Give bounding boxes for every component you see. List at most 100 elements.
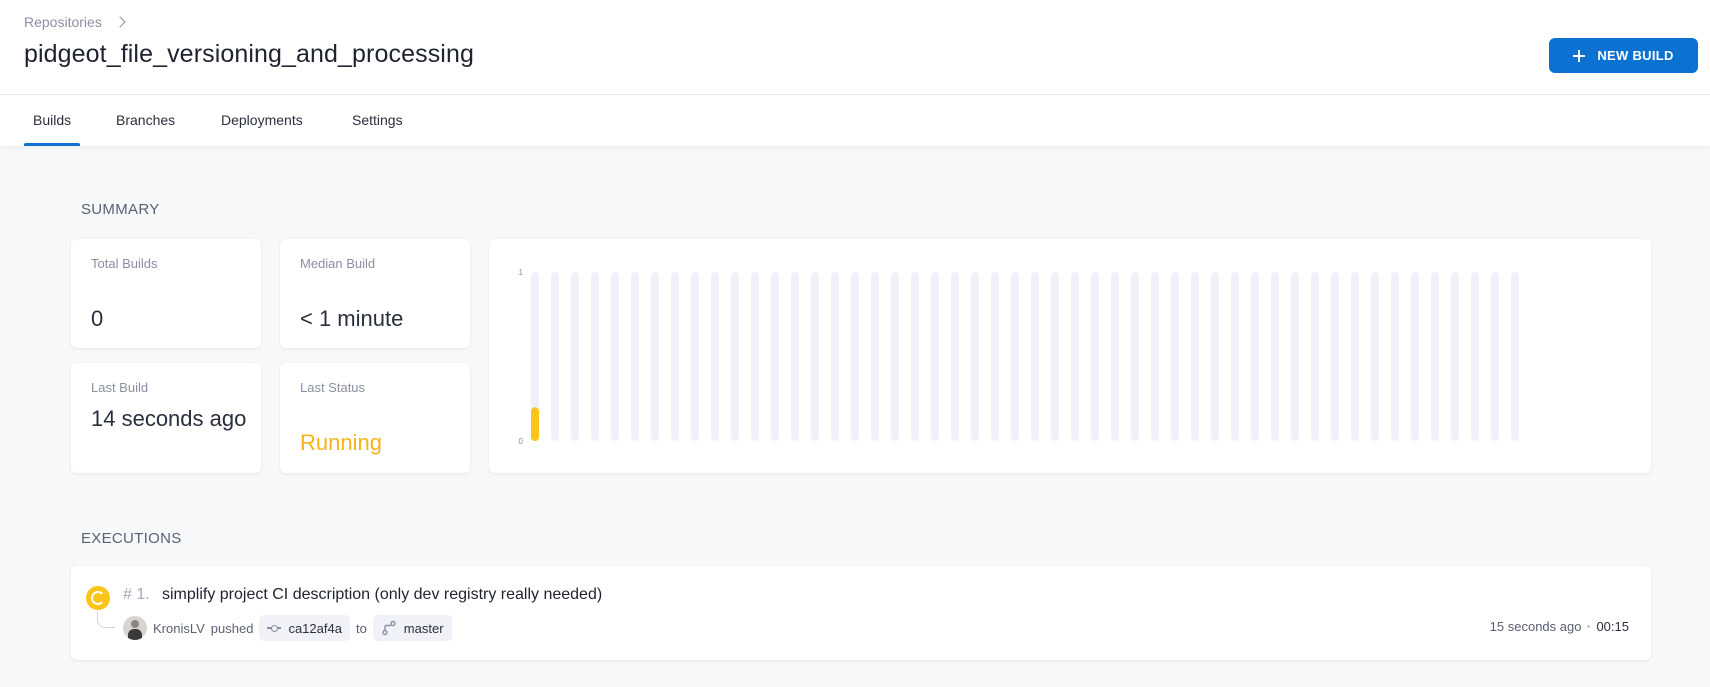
bar-track bbox=[951, 272, 959, 441]
execution-meta: KronisLV pushed ca12af4a to master bbox=[123, 615, 452, 641]
breadcrumb-repositories-link[interactable]: Repositories bbox=[24, 14, 102, 30]
duration: 00:15 bbox=[1596, 619, 1629, 634]
bar-track bbox=[891, 272, 899, 441]
bar-track bbox=[1411, 272, 1419, 441]
bar-track bbox=[791, 272, 799, 441]
bar-track bbox=[1051, 272, 1059, 441]
last-status-card: Last Status Running bbox=[280, 363, 470, 473]
bar-track bbox=[1511, 272, 1519, 441]
bar-track bbox=[731, 272, 739, 441]
page-header: Repositories pidgeot_file_versioning_and… bbox=[0, 0, 1710, 95]
bar-track bbox=[1131, 272, 1139, 441]
bar-track bbox=[1311, 272, 1319, 441]
bar-track bbox=[1151, 272, 1159, 441]
bar-track bbox=[751, 272, 759, 441]
total-builds-value: 0 bbox=[91, 306, 104, 331]
median-build-card: Median Build < 1 minute bbox=[280, 239, 470, 348]
total-builds-card: Total Builds 0 bbox=[71, 239, 261, 348]
new-build-button[interactable]: NEW BUILD bbox=[1549, 38, 1698, 73]
avatar bbox=[123, 616, 147, 640]
tab-deployments[interactable]: Deployments bbox=[212, 95, 312, 146]
chevron-right-icon bbox=[114, 16, 126, 28]
time-ago: 15 seconds ago bbox=[1489, 619, 1582, 634]
author-name: KronisLV bbox=[153, 620, 205, 636]
bar-track bbox=[611, 272, 619, 441]
tab-builds[interactable]: Builds bbox=[24, 95, 81, 146]
bar-track bbox=[1351, 272, 1359, 441]
bar-track bbox=[691, 272, 699, 441]
bar-track bbox=[1291, 272, 1299, 441]
tab-branches[interactable]: Branches bbox=[107, 95, 184, 146]
median-build-value: < 1 minute bbox=[300, 306, 404, 331]
last-build-label: Last Build bbox=[91, 380, 149, 395]
executions-heading: EXECUTIONS bbox=[81, 530, 182, 547]
bar-track bbox=[1371, 272, 1379, 441]
commit-badge[interactable]: ca12af4a bbox=[259, 615, 350, 641]
bar-track bbox=[831, 272, 839, 441]
breadcrumb: Repositories bbox=[24, 14, 126, 30]
bar-track bbox=[1011, 272, 1019, 441]
bar-track bbox=[931, 272, 939, 441]
y-tick-label: 0 bbox=[519, 437, 524, 446]
bar-track bbox=[771, 272, 779, 441]
branch-name: master bbox=[403, 620, 444, 636]
bar-track bbox=[1271, 272, 1279, 441]
bar-track bbox=[711, 272, 719, 441]
bar-track bbox=[591, 272, 599, 441]
bar-track bbox=[651, 272, 659, 441]
action-text: pushed bbox=[210, 620, 254, 636]
bar-track bbox=[1231, 272, 1239, 441]
bar-track bbox=[1111, 272, 1119, 441]
bar-track bbox=[1391, 272, 1399, 441]
bar-track bbox=[991, 272, 999, 441]
bar-track bbox=[1471, 272, 1479, 441]
bar-track bbox=[971, 272, 979, 441]
execution-number: # 1. bbox=[123, 586, 150, 603]
bar-value[interactable] bbox=[531, 407, 539, 441]
median-build-label: Median Build bbox=[300, 256, 376, 271]
bar-track bbox=[1451, 272, 1459, 441]
bar-track bbox=[1491, 272, 1499, 441]
last-status-value: Running bbox=[300, 430, 382, 455]
branch-badge[interactable]: master bbox=[372, 615, 452, 641]
y-tick-label: 1 bbox=[519, 268, 524, 277]
build-history-chart: 10 bbox=[519, 268, 1519, 446]
execution-row[interactable]: # 1. simplify project CI description (on… bbox=[71, 566, 1651, 660]
bar-track bbox=[1251, 272, 1259, 441]
bar-track bbox=[851, 272, 859, 441]
branch-icon bbox=[382, 620, 396, 636]
last-build-value: 14 seconds ago bbox=[91, 406, 247, 431]
bar-track bbox=[1091, 272, 1099, 441]
bar-track bbox=[1331, 272, 1339, 441]
running-status-icon bbox=[86, 586, 110, 610]
execution-title[interactable]: simplify project CI description (only de… bbox=[162, 586, 602, 604]
to-text: to bbox=[355, 620, 367, 636]
tree-connector bbox=[97, 612, 115, 628]
bar-track bbox=[551, 272, 559, 441]
tab-bar: Builds Branches Deployments Settings bbox=[0, 95, 1710, 146]
build-history-chart-card: 10 bbox=[489, 239, 1651, 473]
separator-dot bbox=[1587, 625, 1591, 628]
plus-icon bbox=[1573, 49, 1586, 62]
total-builds-label: Total Builds bbox=[91, 256, 158, 271]
bar-track bbox=[1431, 272, 1439, 441]
bar-track bbox=[1071, 272, 1079, 441]
last-build-card: Last Build 14 seconds ago bbox=[71, 363, 261, 473]
bar-track bbox=[911, 272, 919, 441]
bar-track bbox=[1171, 272, 1179, 441]
bar-track bbox=[571, 272, 579, 441]
commit-icon bbox=[267, 623, 282, 633]
page-title: pidgeot_file_versioning_and_processing bbox=[24, 40, 474, 68]
last-status-label: Last Status bbox=[300, 380, 366, 395]
bar-track bbox=[631, 272, 639, 441]
commit-hash: ca12af4a bbox=[288, 620, 342, 636]
bar-track bbox=[871, 272, 879, 441]
bar-track bbox=[1031, 272, 1039, 441]
summary-heading: SUMMARY bbox=[81, 201, 160, 218]
tab-settings[interactable]: Settings bbox=[343, 95, 412, 146]
bar-track bbox=[811, 272, 819, 441]
new-build-label: NEW BUILD bbox=[1597, 48, 1674, 63]
bar-track bbox=[671, 272, 679, 441]
bar-track bbox=[1191, 272, 1199, 441]
execution-timing: 15 seconds ago 00:15 bbox=[1490, 619, 1629, 634]
